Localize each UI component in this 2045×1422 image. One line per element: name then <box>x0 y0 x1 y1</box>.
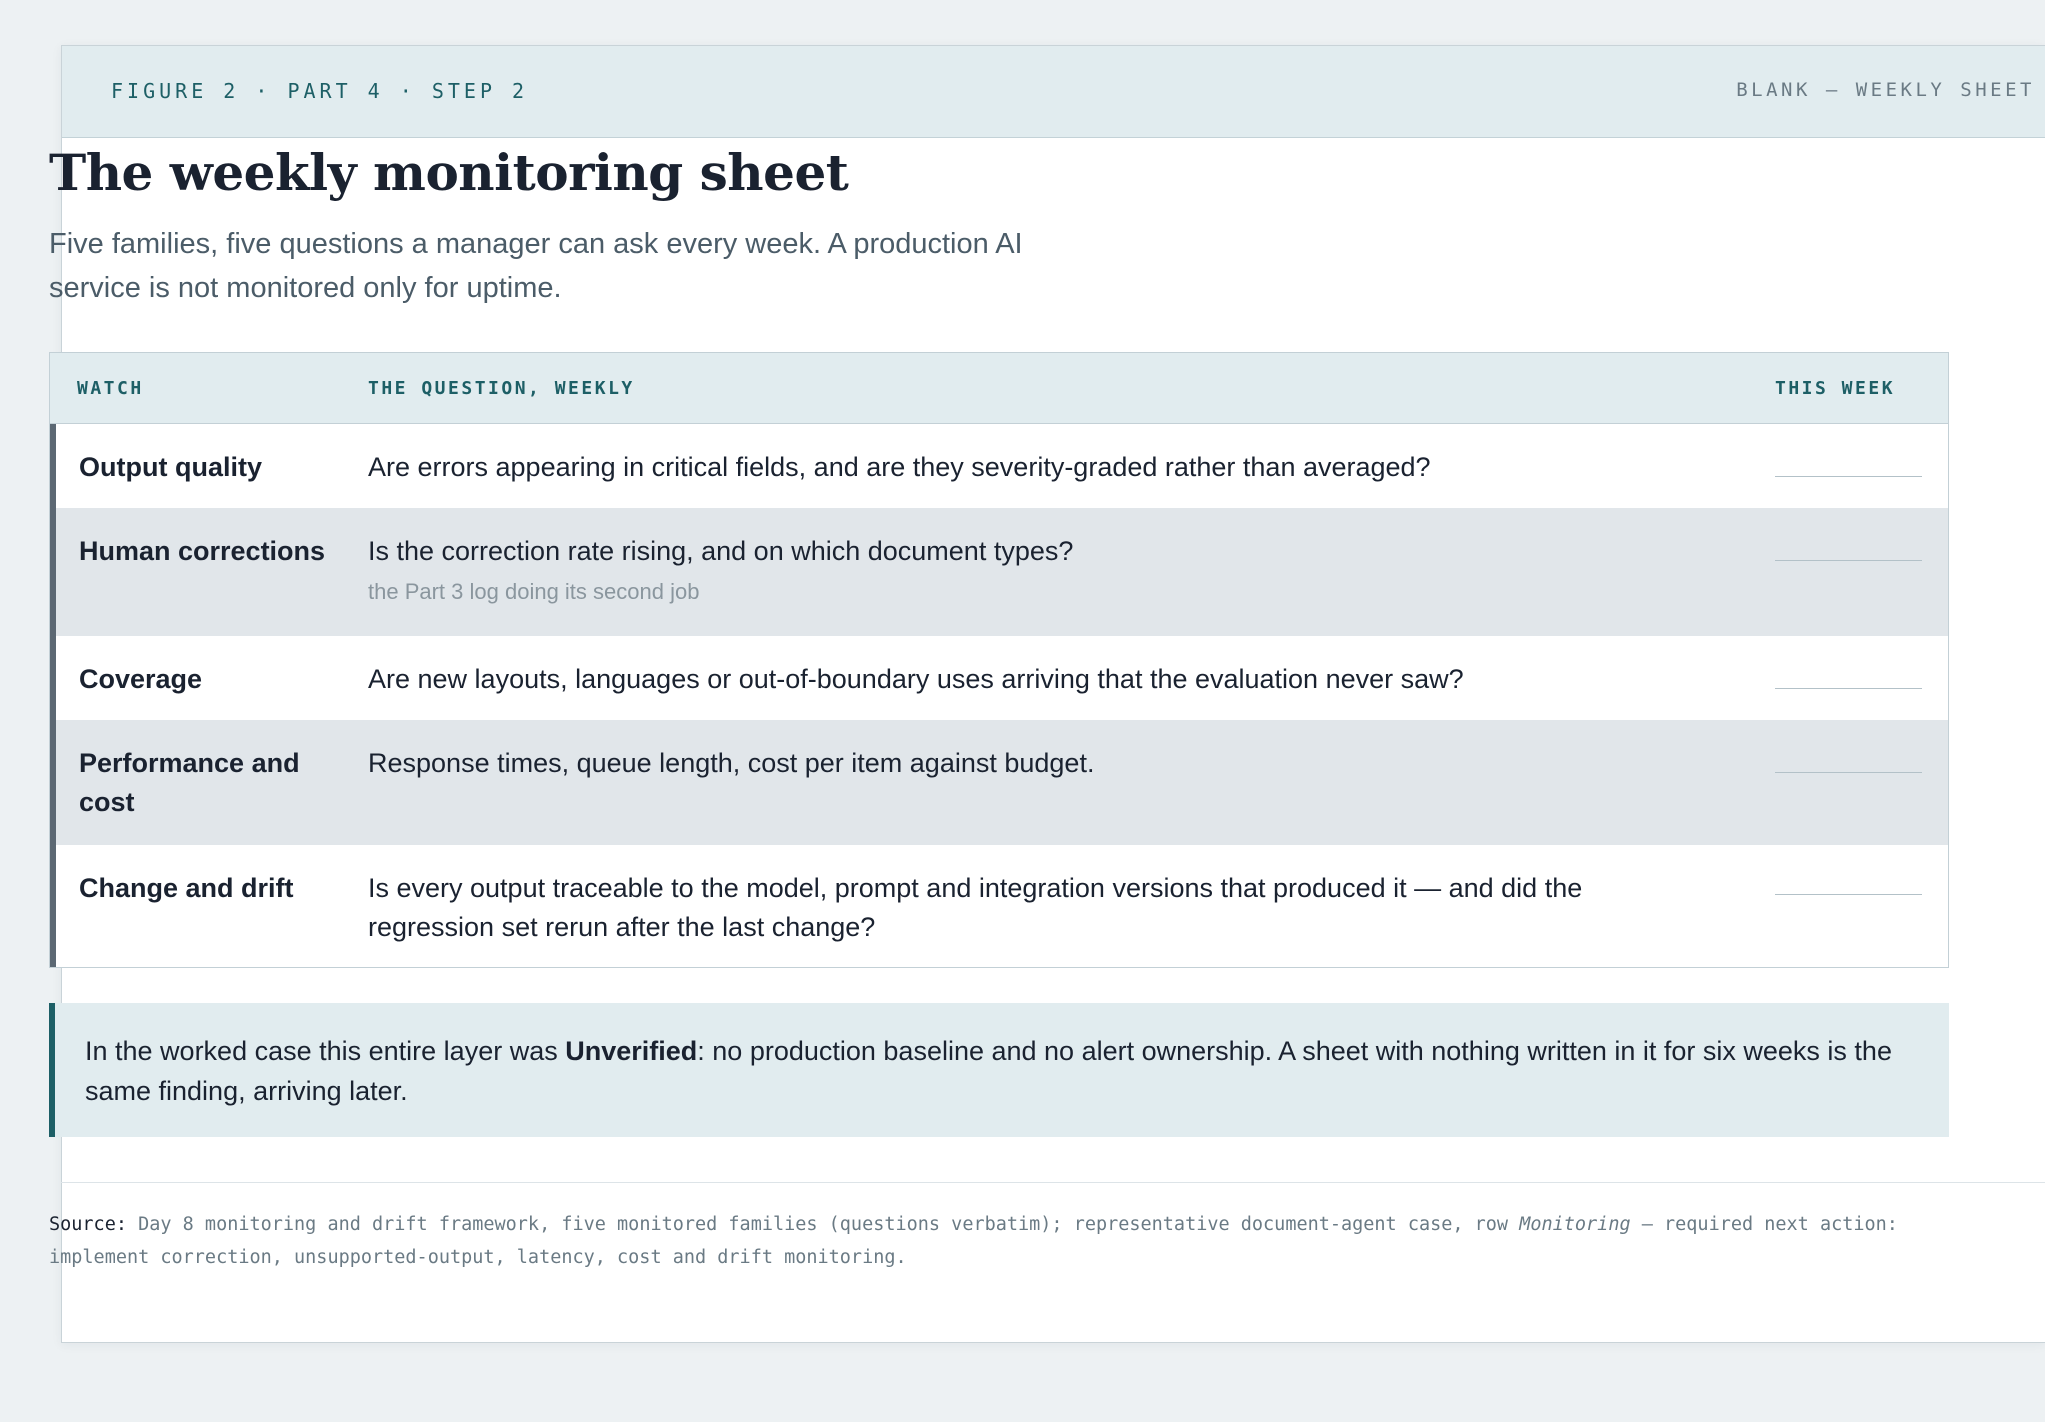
this-week-blank <box>1775 688 1922 689</box>
this-week-blank <box>1775 772 1922 773</box>
table-row: Human corrections Is the correction rate… <box>56 508 1948 636</box>
watch-cell: Human corrections <box>79 536 326 566</box>
source-row-name: Monitoring <box>1519 1214 1631 1235</box>
question-text: Response times, queue length, cost per i… <box>368 748 1095 778</box>
table-row: Output quality Are errors appearing in c… <box>56 424 1948 508</box>
question-note: the Part 3 log doing its second job <box>368 579 700 604</box>
table-header: WATCH THE QUESTION, WEEKLY THIS WEEK <box>50 353 1948 424</box>
table-body: Output quality Are errors appearing in c… <box>50 424 1948 967</box>
question-cell: Are errors appearing in critical fields,… <box>368 448 1658 487</box>
status-unverified: Unverified <box>565 1036 698 1066</box>
this-week-blank <box>1775 894 1922 895</box>
question-text: Is every output traceable to the model, … <box>368 873 1583 942</box>
table-row: Performance and cost Response times, que… <box>56 720 1948 845</box>
source-text-start: Day 8 monitoring and drift framework, fi… <box>126 1214 1520 1235</box>
figure-header: FIGURE 2 · PART 4 · STEP 2 BLANK — WEEKL… <box>62 46 2045 138</box>
monitoring-table: WATCH THE QUESTION, WEEKLY THIS WEEK Out… <box>49 352 1949 968</box>
footer-divider <box>61 1182 2045 1183</box>
column-header-this-week: THIS WEEK <box>1775 378 1896 399</box>
question-cell: Is every output traceable to the model, … <box>368 869 1658 947</box>
question-text: Is the correction rate rising, and on wh… <box>368 536 1074 566</box>
this-week-blank <box>1775 476 1922 477</box>
this-week-blank <box>1775 560 1922 561</box>
question-text: Are errors appearing in critical fields,… <box>368 452 1431 482</box>
watch-cell: Change and drift <box>79 873 294 903</box>
watch-cell: Output quality <box>79 452 262 482</box>
question-text: Are new layouts, languages or out-of-bou… <box>368 664 1464 694</box>
watch-cell: Coverage <box>79 664 203 694</box>
sheet-label: BLANK — WEEKLY SHEET <box>1736 79 2035 101</box>
column-header-question: THE QUESTION, WEEKLY <box>368 378 635 399</box>
page-title: The weekly monitoring sheet <box>49 143 849 202</box>
source-note: Source: Day 8 monitoring and drift frame… <box>49 1208 1949 1274</box>
page-subtitle: Five families, five questions a manager … <box>49 228 1023 304</box>
source-label: Source: <box>49 1214 127 1235</box>
question-cell: Response times, queue length, cost per i… <box>368 744 1658 783</box>
finding-callout: In the worked case this entire layer was… <box>49 1003 1949 1137</box>
callout-text-start: In the worked case this entire layer was <box>85 1036 566 1066</box>
question-cell: Are new layouts, languages or out-of-bou… <box>368 660 1658 699</box>
table-row: Change and drift Is every output traceab… <box>56 845 1948 967</box>
question-cell: Is the correction rate rising, and on wh… <box>368 532 1658 607</box>
figure-label: FIGURE 2 · PART 4 · STEP 2 <box>111 79 529 103</box>
table-row: Coverage Are new layouts, languages or o… <box>56 636 1948 720</box>
column-header-watch: WATCH <box>77 378 144 399</box>
watch-cell: Performance and cost <box>79 748 300 817</box>
